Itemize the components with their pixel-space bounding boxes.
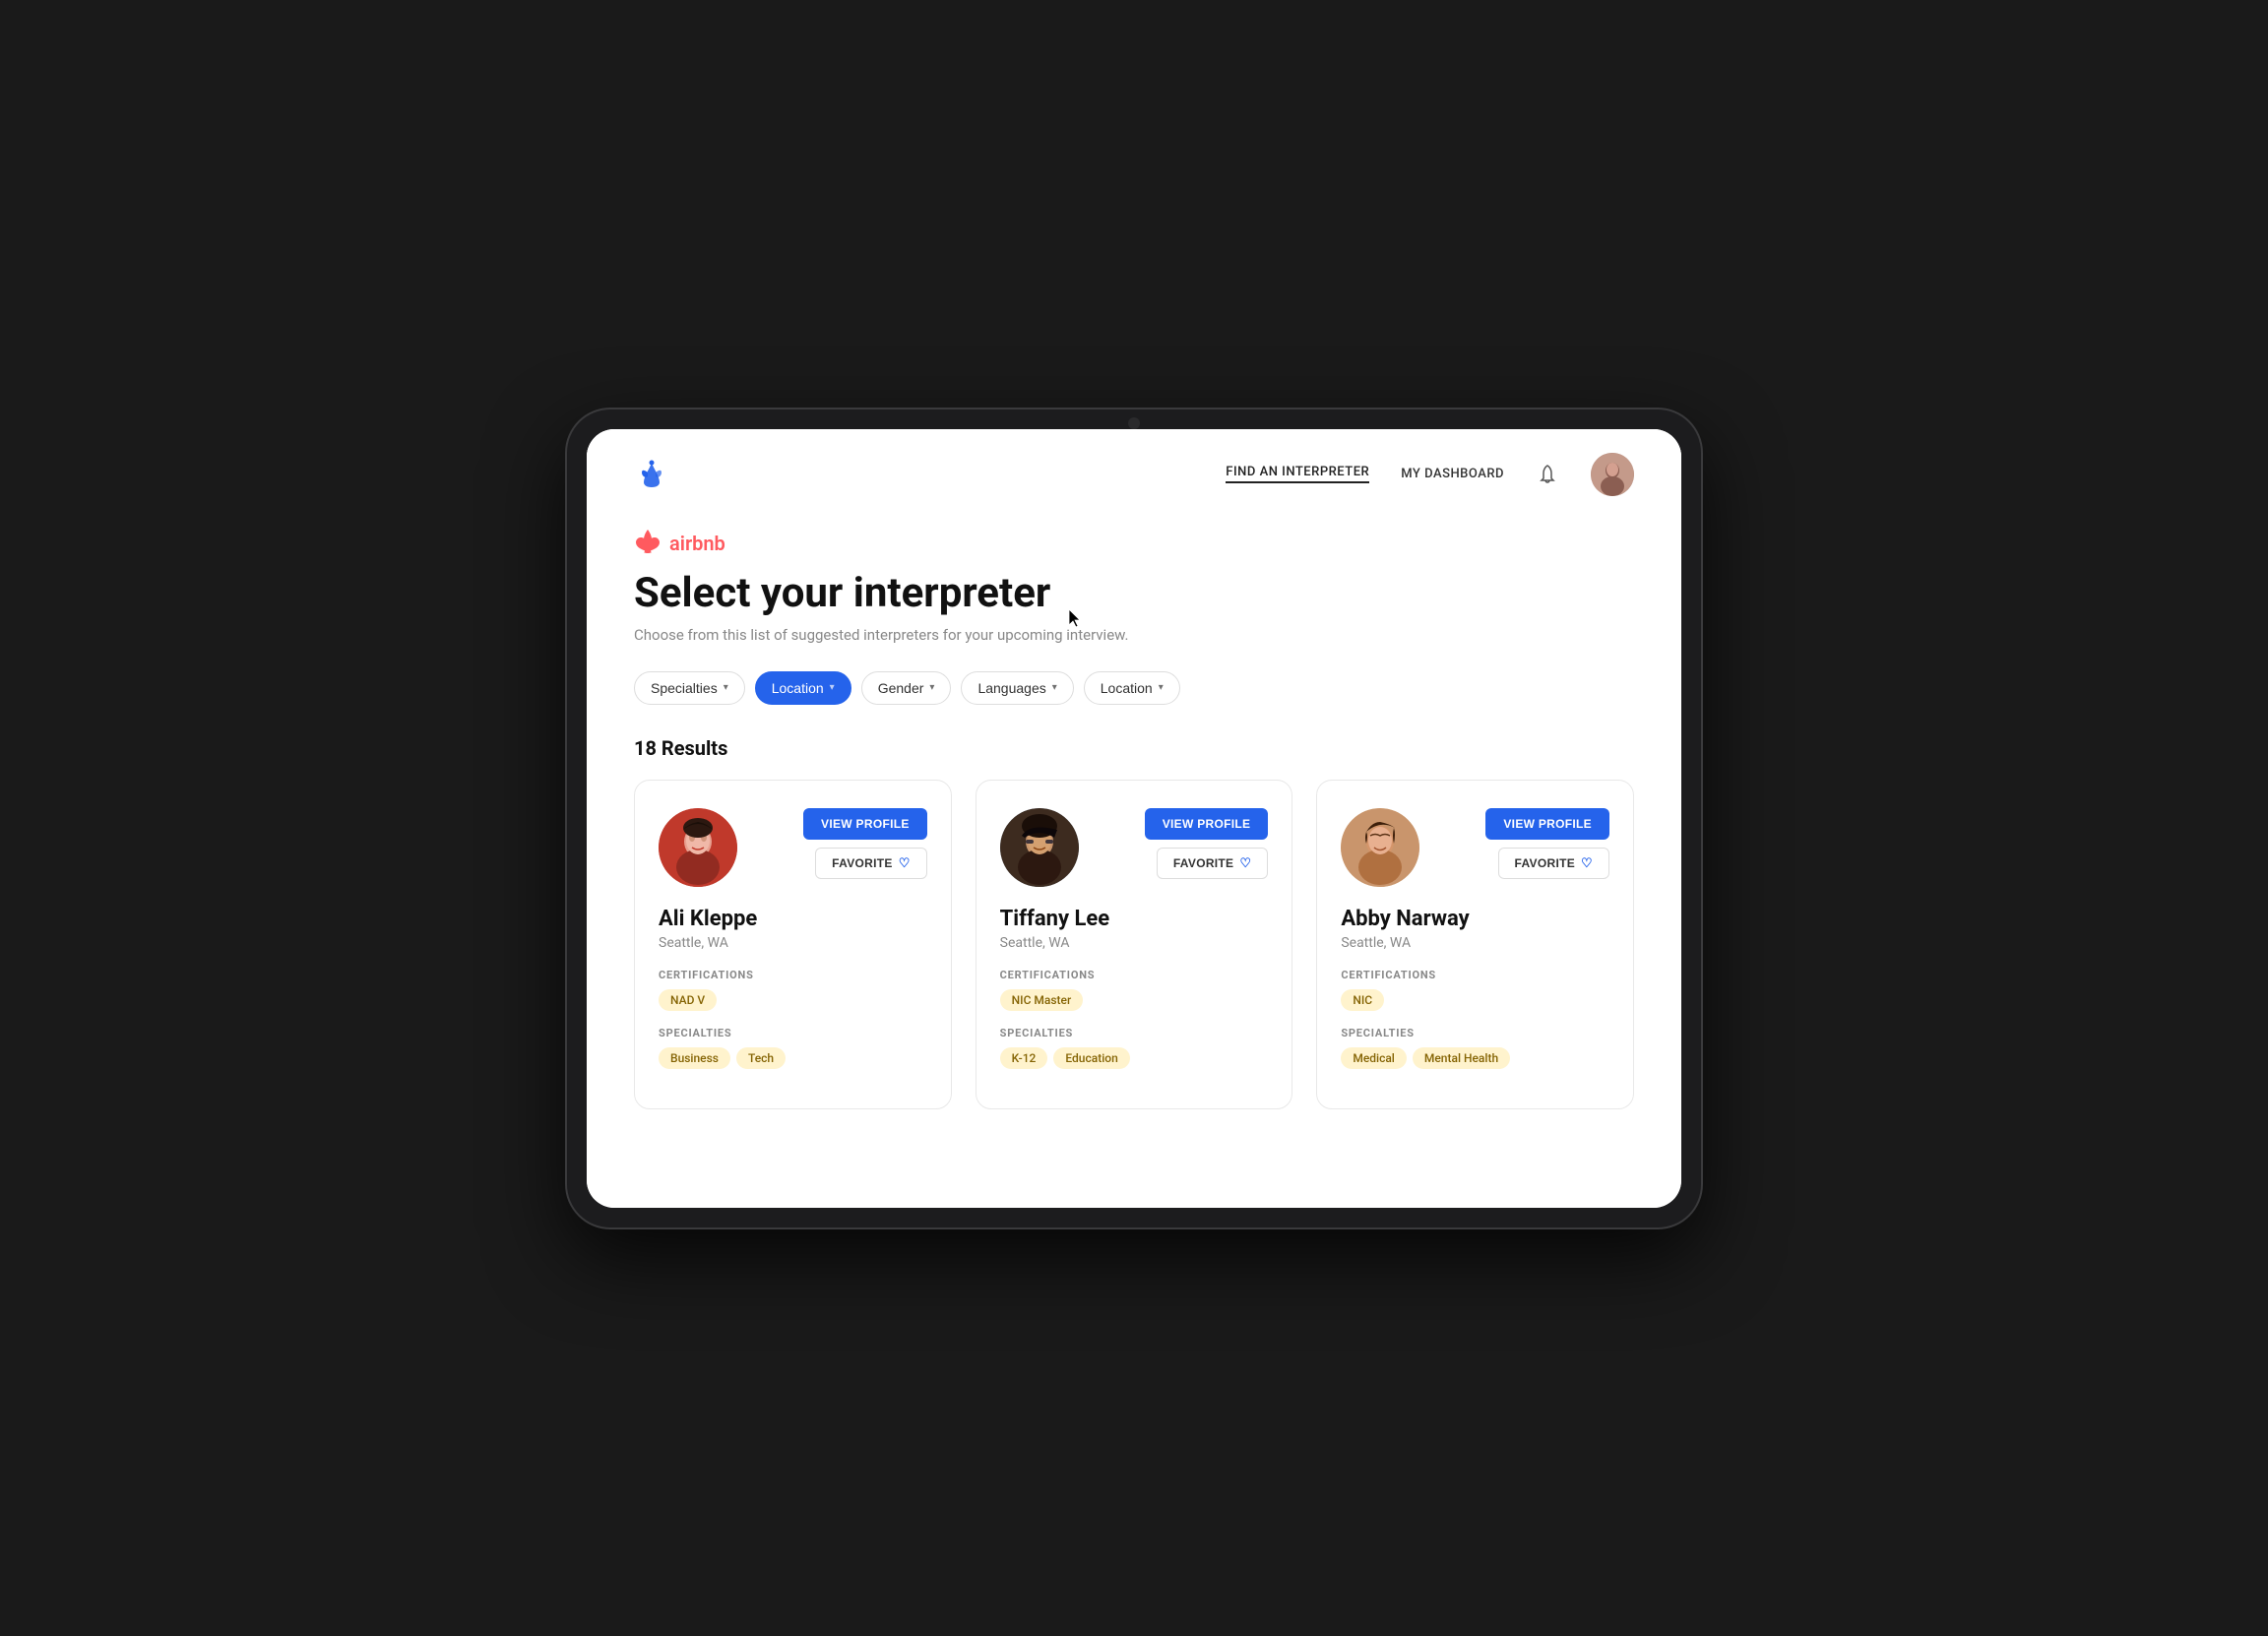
card-actions-tiffany: VIEW PROFILE FAVORITE ♡: [1145, 808, 1269, 879]
nav-right: FIND AN INTERPRETER MY DASHBOARD: [1226, 453, 1634, 496]
location-tiffany: Seattle, WA: [1000, 935, 1269, 951]
chevron-down-icon: ▾: [1159, 682, 1164, 693]
brand-section: airbnb: [634, 528, 1634, 559]
chevron-down-icon: ▾: [724, 682, 728, 693]
filter-languages[interactable]: Languages ▾: [961, 671, 1073, 705]
avatar-tiffany: [1000, 808, 1079, 887]
chevron-down-icon: ▾: [1052, 682, 1057, 693]
avatar-abby: [1341, 808, 1419, 887]
tag-nadv: NAD V: [659, 989, 717, 1011]
interpreter-card-abby: VIEW PROFILE FAVORITE ♡ Abby Narway Seat…: [1316, 780, 1634, 1109]
tag-nic-master: NIC Master: [1000, 989, 1084, 1011]
tag-tech: Tech: [736, 1047, 786, 1069]
avatar-ali: [659, 808, 737, 887]
tag-medical: Medical: [1341, 1047, 1407, 1069]
certs-tags-abby: NIC: [1341, 989, 1609, 1011]
favorite-ali[interactable]: FAVORITE ♡: [815, 848, 926, 879]
tag-business: Business: [659, 1047, 730, 1069]
card-header-tiffany: VIEW PROFILE FAVORITE ♡: [1000, 808, 1269, 887]
location-ali: Seattle, WA: [659, 935, 927, 951]
name-ali: Ali Kleppe: [659, 907, 927, 931]
app-logo: [634, 455, 669, 494]
heart-icon: ♡: [1239, 855, 1251, 871]
airbnb-logo-icon: [634, 528, 662, 559]
view-profile-ali[interactable]: VIEW PROFILE: [803, 808, 927, 840]
name-tiffany: Tiffany Lee: [1000, 907, 1269, 931]
results-count: 18 Results: [634, 736, 1634, 760]
chevron-down-icon: ▾: [830, 682, 835, 693]
filter-bar: Specialties ▾ Location ▾ Gender ▾ Langua…: [634, 671, 1634, 705]
filter-gender[interactable]: Gender ▾: [861, 671, 952, 705]
specialties-label-ali: SPECIALTIES: [659, 1027, 927, 1039]
tag-mental-health: Mental Health: [1413, 1047, 1510, 1069]
filter-location-active[interactable]: Location ▾: [755, 671, 851, 705]
nav-bar: FIND AN INTERPRETER MY DASHBOARD: [587, 429, 1681, 512]
nav-dashboard[interactable]: MY DASHBOARD: [1401, 467, 1504, 481]
heart-icon: ♡: [1581, 855, 1593, 871]
specialties-tags-tiffany: K-12 Education: [1000, 1047, 1269, 1069]
tag-education: Education: [1053, 1047, 1129, 1069]
heart-icon: ♡: [899, 855, 911, 871]
favorite-abby[interactable]: FAVORITE ♡: [1498, 848, 1609, 879]
main-content: airbnb Select your interpreter Choose fr…: [587, 512, 1681, 1157]
filter-location-2[interactable]: Location ▾: [1084, 671, 1180, 705]
nav-find-interpreter[interactable]: FIND AN INTERPRETER: [1226, 465, 1369, 483]
tag-k12: K-12: [1000, 1047, 1048, 1069]
card-header-abby: VIEW PROFILE FAVORITE ♡: [1341, 808, 1609, 887]
app-content: FIND AN INTERPRETER MY DASHBOARD: [587, 429, 1681, 1208]
view-profile-tiffany[interactable]: VIEW PROFILE: [1145, 808, 1269, 840]
page-subtitle: Choose from this list of suggested inter…: [634, 626, 1634, 644]
filter-specialties[interactable]: Specialties ▾: [634, 671, 745, 705]
certs-tags-ali: NAD V: [659, 989, 927, 1011]
certs-tags-tiffany: NIC Master: [1000, 989, 1269, 1011]
card-actions-ali: VIEW PROFILE FAVORITE ♡: [803, 808, 927, 879]
interpreters-grid: VIEW PROFILE FAVORITE ♡ Ali Kleppe Seatt…: [634, 780, 1634, 1109]
tag-nic: NIC: [1341, 989, 1384, 1011]
view-profile-abby[interactable]: VIEW PROFILE: [1485, 808, 1609, 840]
page-title: Select your interpreter: [634, 571, 1634, 616]
specialties-label-tiffany: SPECIALTIES: [1000, 1027, 1269, 1039]
device-screen: FIND AN INTERPRETER MY DASHBOARD: [587, 429, 1681, 1208]
card-actions-abby: VIEW PROFILE FAVORITE ♡: [1485, 808, 1609, 879]
certs-label-ali: CERTIFICATIONS: [659, 969, 927, 981]
location-abby: Seattle, WA: [1341, 935, 1609, 951]
user-avatar[interactable]: [1591, 453, 1634, 496]
interpreter-card-tiffany: VIEW PROFILE FAVORITE ♡ Tiffany Lee Seat…: [976, 780, 1293, 1109]
specialties-label-abby: SPECIALTIES: [1341, 1027, 1609, 1039]
brand-name: airbnb: [669, 532, 725, 555]
specialties-tags-abby: Medical Mental Health: [1341, 1047, 1609, 1069]
card-header-ali: VIEW PROFILE FAVORITE ♡: [659, 808, 927, 887]
camera-notch: [1128, 417, 1140, 429]
notification-bell[interactable]: [1536, 463, 1559, 486]
name-abby: Abby Narway: [1341, 907, 1609, 931]
interpreter-card-ali: VIEW PROFILE FAVORITE ♡ Ali Kleppe Seatt…: [634, 780, 952, 1109]
certs-label-abby: CERTIFICATIONS: [1341, 969, 1609, 981]
chevron-down-icon: ▾: [929, 682, 934, 693]
certs-label-tiffany: CERTIFICATIONS: [1000, 969, 1269, 981]
specialties-tags-ali: Business Tech: [659, 1047, 927, 1069]
favorite-tiffany[interactable]: FAVORITE ♡: [1157, 848, 1268, 879]
device-frame: FIND AN INTERPRETER MY DASHBOARD: [567, 409, 1701, 1227]
